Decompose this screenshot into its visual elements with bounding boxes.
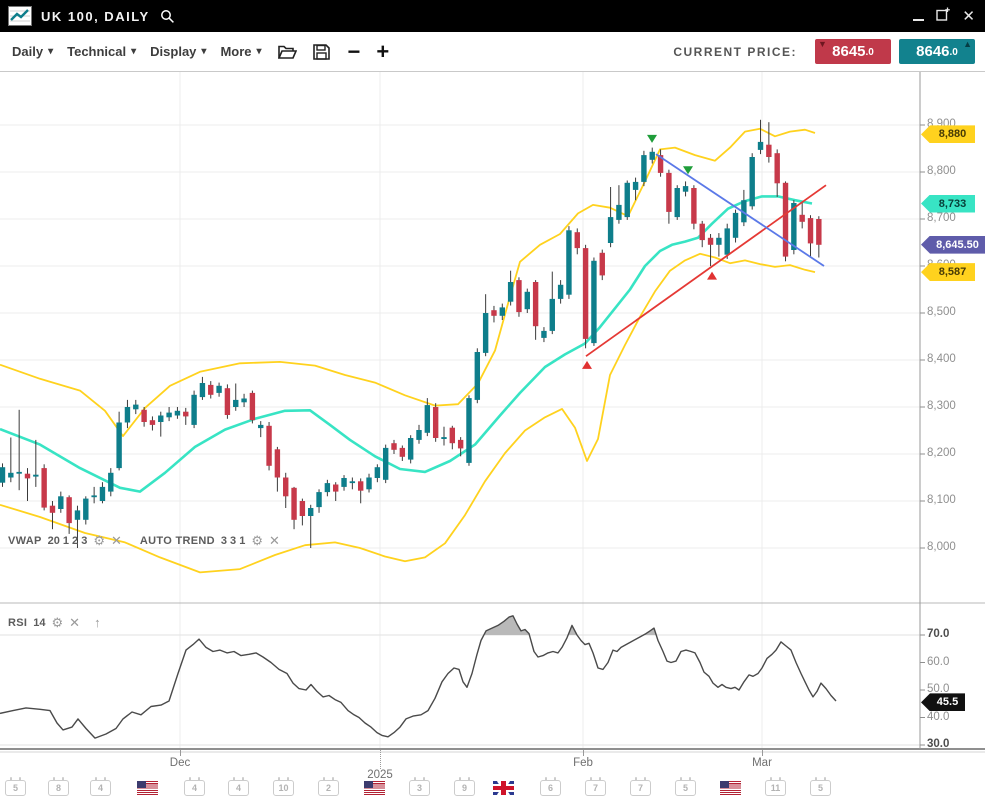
vwap-settings-gear-icon[interactable]: ⚙ — [93, 534, 105, 547]
open-chart-icon[interactable] — [278, 44, 297, 60]
autotrend-label: AUTO TREND — [140, 535, 215, 547]
arrow-down-icon: ▼ — [818, 39, 827, 49]
buy-price-button[interactable]: 8646.0 ▲ — [899, 39, 975, 64]
sell-signal-triangle — [647, 135, 657, 143]
menu-daily[interactable]: Daily — [12, 44, 53, 59]
economic-calendar-icon[interactable]: 2 — [318, 780, 339, 796]
economic-calendar-icon[interactable]: 4 — [228, 780, 249, 796]
vwap-label: VWAP — [8, 535, 42, 547]
current-price-label: CURRENT PRICE: — [673, 45, 797, 59]
app-logo-icon — [8, 6, 32, 26]
economic-calendar-icon[interactable]: 5 — [675, 780, 696, 796]
us-flag-icon[interactable] — [720, 781, 741, 795]
vwap-indicator-row: VWAP 20 1 2 3 ⚙ ✕ AUTO TREND 3 3 1 ⚙ ✕ — [8, 534, 280, 547]
menu-more[interactable]: More — [220, 44, 261, 59]
economic-calendar-icon[interactable]: 5 — [810, 780, 831, 796]
zoom-out-button[interactable]: − — [348, 43, 361, 61]
economic-calendar-icon[interactable]: 4 — [90, 780, 111, 796]
candles[interactable] — [0, 120, 822, 548]
rsi-label: RSI — [8, 617, 27, 629]
uk-flag-icon[interactable] — [493, 781, 514, 795]
window-titlebar: UK 100, DAILY ✕ — [0, 0, 985, 32]
economic-calendar-icon[interactable]: 9 — [454, 780, 475, 796]
economic-calendar-icon[interactable]: 8 — [48, 780, 69, 796]
vwap-params: 20 1 2 3 — [48, 535, 88, 547]
economic-calendar-icon[interactable]: 4 — [184, 780, 205, 796]
chart-svg[interactable] — [0, 72, 985, 805]
chart-toolbar: Daily Technical Display More − + CURRENT… — [0, 32, 985, 72]
economic-calendar-icon[interactable]: 5 — [5, 780, 26, 796]
economic-calendar-icon[interactable]: 11 — [765, 780, 786, 796]
economic-calendar-icon[interactable]: 7 — [630, 780, 651, 796]
vwap-remove-icon[interactable]: ✕ — [111, 534, 122, 547]
search-icon[interactable] — [160, 9, 175, 24]
zoom-in-button[interactable]: + — [376, 43, 389, 61]
economic-calendar-icon[interactable]: 7 — [585, 780, 606, 796]
economic-calendar-icon[interactable]: 3 — [409, 780, 430, 796]
minimize-icon[interactable] — [913, 11, 924, 21]
autotrend-settings-gear-icon[interactable]: ⚙ — [251, 534, 263, 547]
rsi-indicator-row: RSI 14 ⚙ ✕ ↑ — [8, 616, 101, 629]
us-flag-icon[interactable] — [137, 781, 158, 795]
arrow-up-icon: ▲ — [963, 39, 972, 49]
autotrend-remove-icon[interactable]: ✕ — [269, 534, 280, 547]
popout-window-icon[interactable] — [936, 7, 950, 26]
sell-price-button[interactable]: ▼ 8645.0 — [815, 39, 891, 64]
us-flag-icon[interactable] — [364, 781, 385, 795]
rsi-params: 14 — [33, 617, 45, 629]
menu-technical[interactable]: Technical — [67, 44, 136, 59]
autotrend-params: 3 3 1 — [221, 535, 245, 547]
economic-calendar-icon[interactable]: 6 — [540, 780, 561, 796]
rsi-remove-icon[interactable]: ✕ — [69, 616, 80, 629]
buy-signal-triangle — [707, 272, 717, 280]
chart-area[interactable] — [0, 72, 985, 805]
rsi-move-up-icon[interactable]: ↑ — [94, 616, 101, 629]
menu-display[interactable]: Display — [150, 44, 206, 59]
instrument-title: UK 100, DAILY — [41, 9, 150, 24]
economic-calendar-icon[interactable]: 10 — [273, 780, 294, 796]
close-icon[interactable]: ✕ — [962, 9, 975, 24]
rsi-settings-gear-icon[interactable]: ⚙ — [52, 616, 64, 629]
save-chart-icon[interactable] — [313, 44, 330, 60]
